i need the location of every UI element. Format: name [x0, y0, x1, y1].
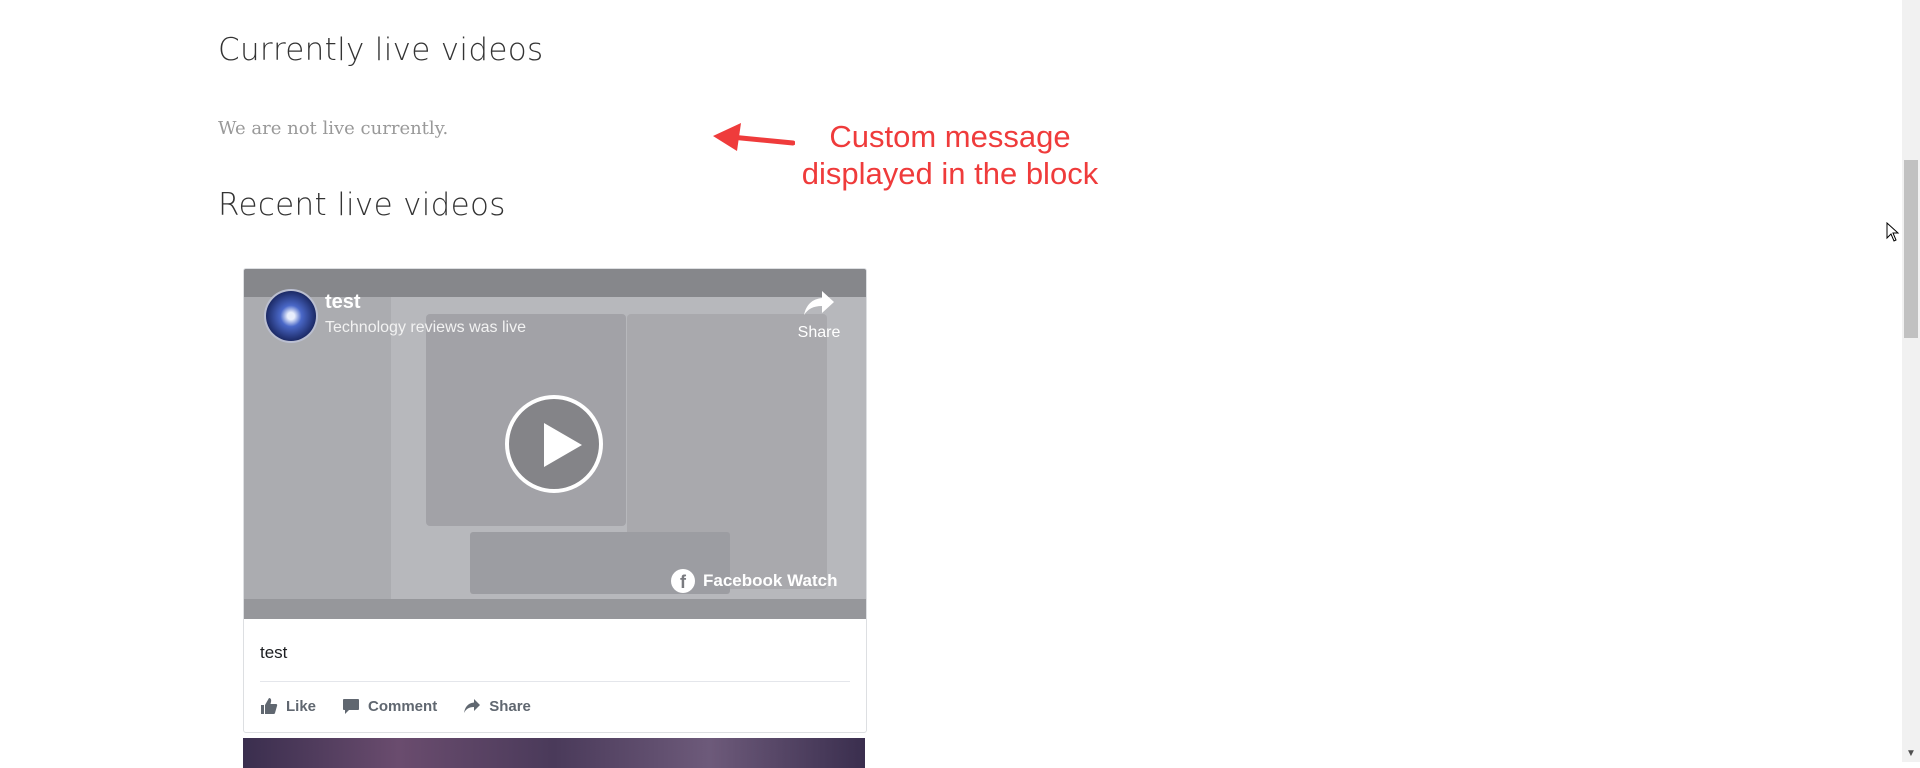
video-player[interactable]: test Technology reviews was live Share f… [244, 269, 866, 619]
like-label: Like [286, 697, 317, 715]
watermark-text: Facebook Watch [703, 571, 838, 590]
play-icon [544, 423, 582, 467]
currently-live-heading: Currently live videos [218, 32, 544, 68]
channel-avatar[interactable] [264, 289, 318, 343]
share-button[interactable]: Share [463, 697, 531, 715]
video-card: test Technology reviews was live Share f… [243, 268, 867, 733]
like-button[interactable]: Like [260, 697, 316, 715]
reaction-bar: Like Comment Share [260, 697, 531, 715]
facebook-watch-watermark: f Facebook Watch [671, 569, 837, 593]
play-button[interactable] [505, 395, 603, 493]
next-video-card[interactable] [243, 738, 865, 768]
facebook-logo-icon: f [671, 569, 695, 593]
not-live-message: We are not live currently. [218, 118, 449, 139]
share-label: Share [489, 697, 531, 715]
video-caption: test [260, 643, 288, 662]
comment-icon [343, 699, 360, 714]
annotation-line-1: Custom message [829, 119, 1071, 154]
comment-label: Comment [368, 697, 438, 715]
annotation-line-2: displayed in the block [801, 156, 1099, 191]
video-subtitle: Technology reviews was live [325, 319, 526, 336]
page-scrollbar[interactable]: ▼ [1902, 0, 1920, 762]
card-divider [260, 681, 850, 682]
mouse-cursor-icon [1886, 222, 1900, 242]
video-share-label: Share [797, 324, 841, 341]
share-arrow-icon [804, 291, 834, 315]
annotation-arrow-icon [713, 123, 795, 151]
thumbs-up-icon [261, 698, 278, 714]
video-share-button[interactable]: Share [789, 289, 849, 342]
annotation-text: Custom message displayed in the block [800, 118, 1100, 192]
comment-button[interactable]: Comment [342, 697, 437, 715]
scroll-down-icon[interactable]: ▼ [1902, 744, 1920, 762]
video-title[interactable]: test [325, 291, 361, 314]
scrollbar-thumb[interactable] [1904, 160, 1918, 338]
share-icon [464, 699, 481, 713]
recent-live-heading: Recent live videos [218, 187, 506, 223]
